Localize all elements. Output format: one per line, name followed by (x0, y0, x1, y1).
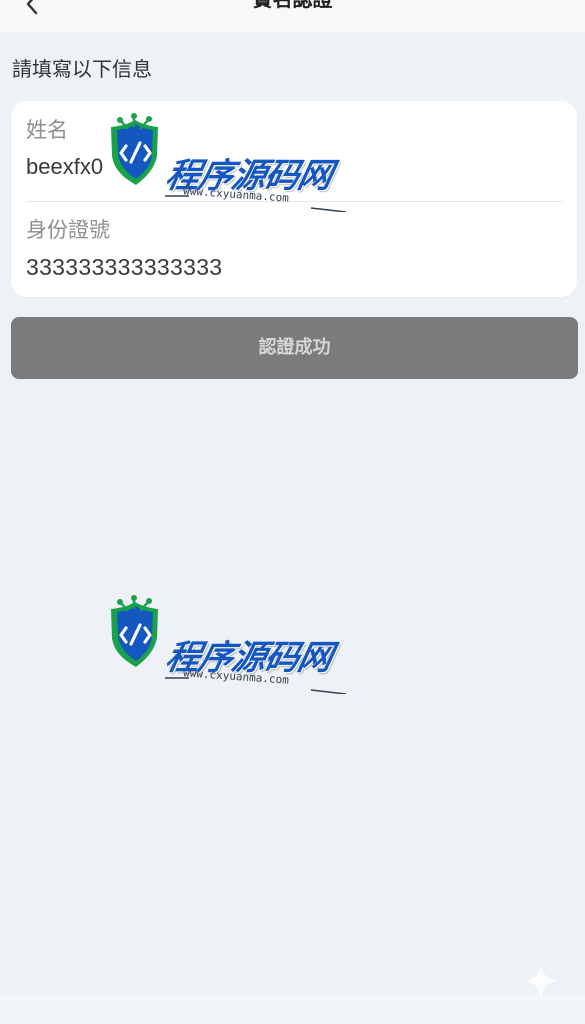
name-field-label: 姓名 (26, 118, 68, 142)
site-watermark-secondary: 程序源码网 www.cxyuanma.com (103, 594, 353, 704)
sparkle-icon (524, 964, 558, 998)
identity-form-card: 姓名 身份證號 (11, 101, 577, 297)
top-navigation-bar: 實名認證 (0, 0, 585, 32)
verification-success-button[interactable]: 認證成功 (11, 317, 578, 379)
form-section-label: 請填寫以下信息 (12, 57, 152, 81)
id-number-field-label: 身份證號 (26, 218, 110, 242)
watermark-url-underline-icon (165, 677, 347, 694)
name-field-container: 姓名 (26, 115, 562, 202)
bottom-safe-area (0, 994, 585, 1024)
app-screen: 實名認證 請填寫以下信息 姓名 身份證號 認證成功 程序源码网 www.cxyu… (0, 0, 585, 1024)
page-title: 實名認證 (0, 0, 585, 14)
code-shield-logo-icon (111, 595, 158, 667)
id-number-input[interactable] (26, 252, 562, 282)
watermark-brand-text-secondary: 程序源码网 (162, 638, 336, 678)
watermark-url-text-secondary: www.cxyuanma.com (182, 666, 290, 687)
name-input[interactable] (26, 152, 562, 182)
id-number-field-container: 身份證號 (26, 215, 562, 285)
